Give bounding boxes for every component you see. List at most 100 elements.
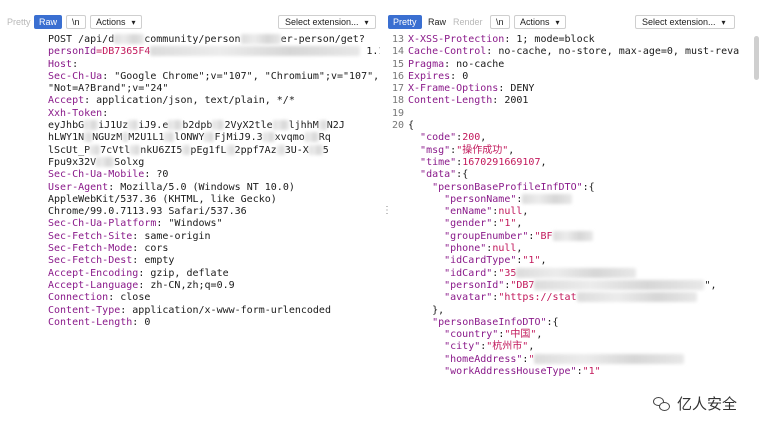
redacted-value — [226, 144, 235, 155]
redacted-value — [212, 120, 225, 131]
chevron-down-icon: ▾ — [555, 18, 560, 27]
header-name: Content-Length — [48, 316, 133, 328]
response-line: 13 X-XSS-Protection: 1; mode=block — [388, 34, 761, 46]
response-line: "avatar":"https://stat — [388, 292, 761, 304]
code-text: : "Google Chrome";v="107", "Chromium";v=… — [102, 70, 380, 82]
header-name: Accept-Language — [48, 279, 139, 291]
header-name: Expires — [408, 70, 451, 82]
response-scrollbar[interactable] — [754, 36, 759, 80]
redacted-value — [576, 292, 697, 303]
json-key: "groupEnumber" — [444, 230, 529, 242]
header-name: Sec-Fetch-Dest — [48, 255, 133, 267]
watermark: 亿人安全 — [652, 393, 737, 414]
response-line: "time":1670291669107, — [388, 157, 761, 169]
request-editor[interactable]: POST /api/d community/person er-person/get… — [48, 34, 380, 438]
json-key: "homeAddress" — [444, 353, 523, 365]
response-line: "personBaseProfileInfDTO":{ — [388, 182, 761, 194]
json-value: "杭州市" — [486, 341, 529, 353]
request-newline-toggle[interactable]: \n — [66, 15, 86, 29]
code-text: community/person — [144, 34, 241, 45]
redacted-value — [276, 144, 285, 155]
json-key: "country" — [444, 329, 499, 341]
json-value: "1" — [498, 218, 517, 230]
json-key: "city" — [444, 341, 481, 353]
line-number: 13 — [391, 34, 404, 45]
request-pane: Pretty Raw \n Actions ▾ Select extension.… — [0, 0, 380, 438]
json-value: "中国" — [504, 329, 537, 341]
request-line: "Not=A?Brand";v="24" — [48, 83, 380, 95]
code-text: , — [516, 243, 523, 255]
header-name: Sec-Fetch-Site — [48, 230, 133, 242]
json-value: 200 — [462, 132, 481, 144]
request-line: Host: — [48, 59, 380, 71]
line-number: 18 — [391, 95, 404, 107]
redacted-value — [318, 120, 327, 131]
header-name: Accept-Encoding — [48, 267, 139, 279]
code-text: , — [480, 132, 487, 144]
redacted-value — [128, 120, 139, 131]
response-render-tab[interactable]: Render — [448, 15, 488, 29]
request-pretty-tab[interactable]: Pretty — [2, 15, 36, 29]
response-line: "idCardType":"1", — [388, 255, 761, 267]
response-pane: Pretty Raw Render \n Actions ▾ Select ext… — [388, 0, 761, 438]
json-key: "gender" — [444, 218, 493, 230]
request-line: Xxh-Token: — [48, 108, 380, 120]
code-text: "Not=A?Brand";v="24" — [48, 83, 169, 95]
redacted-value — [204, 132, 215, 143]
request-line: Accept: application/json, text/plain, */… — [48, 95, 380, 107]
code-text: : zh-CN,zh;q=0.9 — [138, 279, 235, 291]
request-raw-tab[interactable]: Raw — [34, 15, 63, 29]
code-text: N2J — [326, 120, 345, 132]
header-name: Sec-Fetch-Mode — [48, 243, 133, 255]
header-name: X-Frame-Options — [408, 83, 499, 95]
code-text: : 0 — [450, 70, 469, 82]
response-line: 19 — [388, 108, 761, 120]
response-line: "phone":null, — [388, 243, 761, 255]
response-extension-label: Select extension... — [642, 17, 716, 27]
response-editor[interactable]: 13 X-XSS-Protection: 1; mode=block 14 Cache… — [388, 34, 761, 438]
header-name: Connection — [48, 292, 109, 304]
redacted-value — [182, 144, 191, 155]
request-line: Sec-Fetch-Mode: cors — [48, 243, 380, 255]
code-text: , — [516, 218, 523, 230]
redacted-value — [164, 132, 175, 143]
header-name: Cache-Control — [408, 46, 487, 58]
request-line: User-Agent: Mozilla/5.0 (Windows NT 10.0… — [48, 182, 380, 194]
code-text: pEg1fL — [190, 144, 227, 156]
response-pretty-tab[interactable]: Pretty — [388, 15, 422, 29]
response-line: "idCard":"35 — [388, 267, 761, 280]
response-line: "code":200, — [388, 132, 761, 144]
code-text: M2U1L1 — [128, 132, 165, 144]
code-text: : gzip, deflate — [138, 267, 229, 279]
header-name: Content-Length — [408, 95, 493, 107]
response-raw-tab[interactable]: Raw — [423, 15, 451, 29]
request-actions-menu[interactable]: Actions ▾ — [90, 15, 142, 29]
code-text: : ?0 — [144, 169, 169, 181]
code-text: =DB7365F4 — [96, 46, 151, 58]
response-actions-menu[interactable]: Actions ▾ — [514, 15, 566, 29]
request-toolbar: Pretty Raw \n Actions ▾ Select extension.… — [0, 14, 380, 30]
json-key: "personBaseInfoDTO" — [432, 316, 547, 328]
request-line: Chrome/99.0.7113.93 Safari/537.36 — [48, 206, 380, 218]
response-actions-label: Actions — [520, 17, 550, 27]
redacted-value — [130, 144, 141, 155]
request-extension-select[interactable]: Select extension... ▾ — [278, 15, 376, 29]
response-extension-select[interactable]: Select extension... ▾ — [635, 15, 735, 29]
code-text: lONWY — [174, 132, 205, 144]
code-text: : DENY — [498, 83, 535, 95]
request-line: Sec-Ch-Ua: "Google Chrome";v="107", "Chr… — [48, 71, 380, 83]
line-number: 20 — [391, 120, 404, 132]
code-text: lScUt_P — [48, 144, 91, 156]
code-text: : 2001 — [492, 95, 529, 107]
request-line: Sec-Ch-Ua-Platform: "Windows" — [48, 218, 380, 230]
redacted-value — [304, 132, 319, 143]
response-newline-toggle[interactable]: \n — [490, 15, 510, 29]
response-line: 14 Cache-Control: no-cache, no-store, max… — [388, 46, 761, 58]
line-number: 19 — [391, 107, 404, 119]
request-line: personId=DB7365F4 1.1 — [48, 46, 380, 58]
